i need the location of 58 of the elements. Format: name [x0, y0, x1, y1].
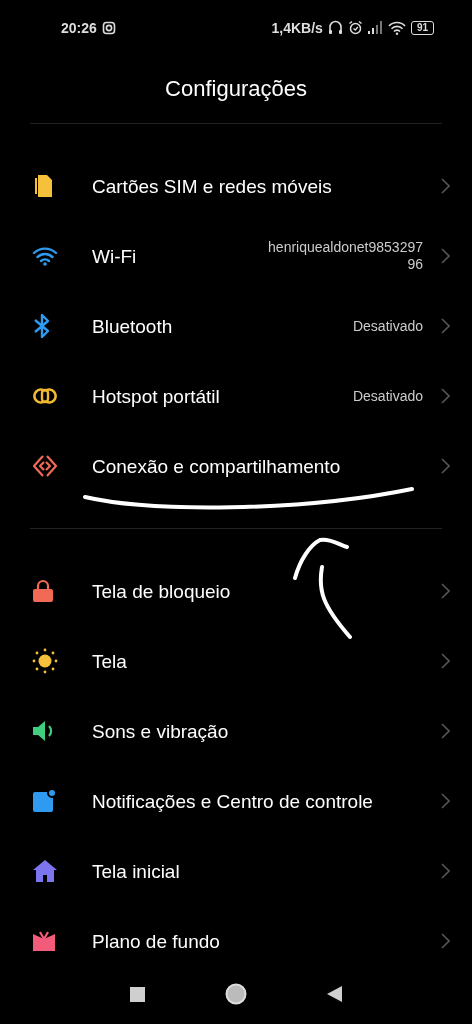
chevrons-icon — [32, 454, 58, 478]
recents-icon[interactable] — [130, 986, 145, 1002]
chevron-icon — [441, 458, 450, 474]
item-label: Tela inicial — [92, 859, 180, 884]
chevron-icon — [441, 723, 450, 739]
chevron-icon — [441, 933, 450, 949]
item-label: Conexão e compartilhamento — [92, 454, 341, 479]
chevron-icon — [441, 318, 450, 334]
bluetooth-icon — [32, 313, 52, 339]
camera-icon — [101, 20, 116, 35]
battery-indicator: 91 — [410, 20, 434, 35]
chevron-icon — [441, 178, 450, 194]
item-label: Sons e vibração — [92, 719, 229, 744]
headphones-icon — [327, 20, 343, 35]
item-value: Desativado — [352, 317, 423, 335]
notification-icon — [32, 789, 56, 813]
settings-item[interactable]: Conexão e compartilhamento — [0, 431, 472, 501]
lock-icon — [32, 579, 54, 603]
item-label: Notificações e Centro de controle — [92, 789, 373, 814]
settings-item[interactable]: Tela inicial — [0, 836, 472, 906]
status-time: 20:26 — [61, 19, 97, 36]
home-icon — [32, 859, 58, 883]
rings-icon — [32, 386, 58, 406]
item-label: Tela — [92, 649, 127, 674]
chevron-icon — [441, 653, 450, 669]
item-label: Plano de fundo — [92, 929, 220, 954]
item-label: Wi-Fi — [92, 244, 137, 269]
settings-item[interactable]: Plano de fundo — [0, 906, 472, 974]
settings-item[interactable]: Sons e vibração — [0, 696, 472, 766]
settings-item[interactable]: Wi-Fi henriquealdonet985329796 — [0, 221, 472, 291]
back-icon[interactable] — [327, 986, 342, 1002]
settings-item[interactable]: Notificações e Centro de controle — [0, 766, 472, 836]
settings-item[interactable]: Bluetooth Desativado — [0, 291, 472, 361]
wifi-icon — [387, 20, 406, 35]
signal-icon — [367, 21, 383, 34]
item-label: Tela de bloqueio — [92, 579, 231, 604]
settings-item[interactable]: Hotspot portátil Desativado — [0, 361, 472, 431]
wifi-icon — [32, 246, 58, 266]
chevron-icon — [441, 388, 450, 404]
flower-icon — [32, 930, 56, 952]
item-label: Cartões SIM e redes móveis — [92, 174, 332, 199]
screen-title: Configurações — [165, 76, 307, 102]
item-label: Hotspot portátil — [92, 384, 220, 409]
sim-card-icon — [32, 174, 54, 198]
home-button-icon[interactable] — [225, 983, 247, 1005]
chevron-icon — [441, 793, 450, 809]
network-speed: 1,4KB/s — [271, 19, 323, 36]
chevron-icon — [441, 248, 450, 264]
sun-icon — [32, 648, 58, 674]
item-value: Desativado — [352, 387, 423, 405]
settings-item[interactable]: Tela de bloqueio — [0, 556, 472, 626]
chevron-icon — [441, 863, 450, 879]
alarm-icon — [347, 20, 363, 35]
item-value: henriquealdonet985329796 — [267, 239, 423, 273]
settings-item[interactable]: Cartões SIM e redes móveis — [0, 151, 472, 221]
item-label: Bluetooth — [92, 314, 173, 339]
settings-item[interactable]: Tela — [0, 626, 472, 696]
chevron-icon — [441, 583, 450, 599]
